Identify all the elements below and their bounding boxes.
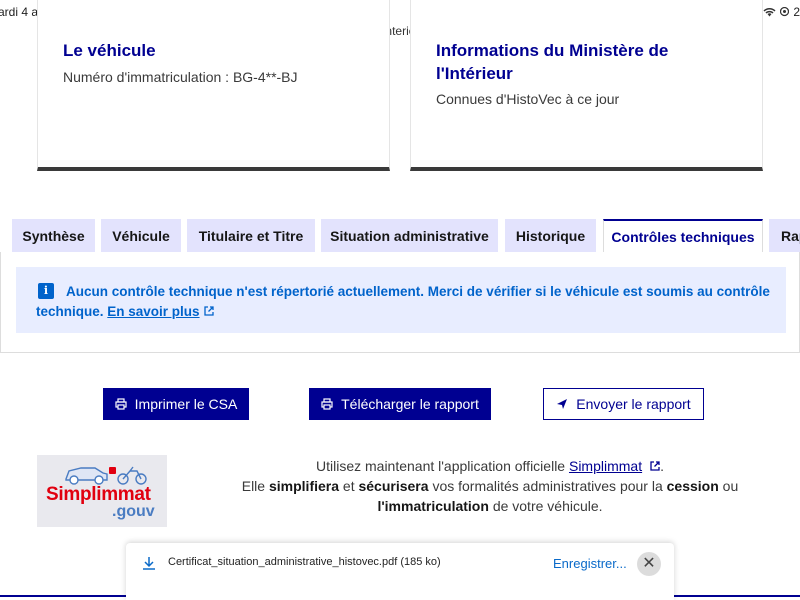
plate-number: Numéro d'immatriculation : BG-4**-BJ bbox=[63, 69, 298, 85]
tab-titulaire[interactable]: Titulaire et Titre bbox=[187, 219, 315, 253]
simplimmat-logo[interactable]: Simplimmat .gouv bbox=[37, 455, 167, 527]
vehicle-card: Le véhicule Numéro d'immatriculation : B… bbox=[37, 0, 390, 171]
promo-text: ou bbox=[722, 478, 739, 494]
location-icon bbox=[780, 7, 790, 17]
simplimmat-promo: Utilisez maintenant l'application offici… bbox=[241, 458, 739, 514]
download-filename: Certificat_situation_administrative_hist… bbox=[168, 556, 441, 568]
wifi-icon bbox=[763, 8, 776, 17]
ministry-card: Informations du Ministère de l'Intérieur… bbox=[410, 0, 763, 171]
tab-controles-techniques[interactable]: Contrôles techniques bbox=[603, 219, 763, 253]
promo-text: et bbox=[342, 478, 355, 494]
tab-situation-administrative[interactable]: Situation administrative bbox=[321, 219, 498, 253]
tab-historique[interactable]: Historique bbox=[505, 219, 596, 253]
printer-icon bbox=[321, 398, 333, 410]
promo-text: Elle bbox=[241, 478, 266, 494]
save-download-button[interactable]: Enregistrer... bbox=[553, 556, 627, 571]
promo-bold: cession bbox=[666, 478, 719, 494]
promo-text: vos formalités administratives pour la bbox=[432, 478, 663, 494]
download-report-button[interactable]: Télécharger le rapport bbox=[309, 388, 491, 420]
tab-rapport[interactable]: Rap bbox=[769, 219, 800, 253]
promo-text: Utilisez maintenant l'application offici… bbox=[315, 458, 566, 474]
tab-synthese[interactable]: Synthèse bbox=[12, 219, 95, 253]
alert-message: Aucun contrôle technique n'est répertori… bbox=[36, 282, 776, 322]
download-icon bbox=[143, 557, 155, 570]
promo-bold: l'immatriculation bbox=[377, 498, 489, 514]
send-report-button[interactable]: Envoyer le rapport bbox=[543, 388, 704, 420]
promo-text: de votre véhicule. bbox=[492, 498, 603, 514]
logo-word: Simplimmat bbox=[46, 484, 151, 505]
print-csa-label: Imprimer le CSA bbox=[134, 396, 238, 412]
external-link-icon bbox=[203, 306, 214, 316]
promo-bold: sécurisera bbox=[358, 478, 429, 494]
report-tabs: Synthèse Véhicule Titulaire et Titre Sit… bbox=[0, 219, 800, 253]
ministry-card-title: Informations du Ministère de l'Intérieur bbox=[436, 41, 669, 83]
learn-more-link[interactable]: En savoir plus bbox=[107, 304, 214, 319]
tab-vehicule[interactable]: Véhicule bbox=[101, 219, 181, 253]
printer-icon bbox=[115, 398, 127, 410]
simplimmat-link-label: Simplimmat bbox=[568, 458, 643, 474]
download-report-label: Télécharger le rapport bbox=[341, 396, 479, 412]
close-download-button[interactable]: ✕ bbox=[637, 552, 661, 576]
download-bar: Certificat_situation_administrative_hist… bbox=[126, 543, 674, 600]
ministry-card-subtitle: Connues d'HistoVec à ce jour bbox=[436, 91, 620, 107]
send-report-label: Envoyer le rapport bbox=[576, 396, 691, 412]
promo-bold: simplifiera bbox=[268, 478, 340, 494]
logo-suffix: .gouv bbox=[112, 503, 155, 520]
vehicle-card-title: Le véhicule bbox=[63, 41, 156, 60]
battery-label: 2 bbox=[793, 5, 800, 19]
info-alert: i Aucun contrôle technique n'est réperto… bbox=[16, 267, 786, 333]
print-csa-button[interactable]: Imprimer le CSA bbox=[103, 388, 249, 420]
tab-panel: i Aucun contrôle technique n'est réperto… bbox=[0, 252, 800, 353]
learn-more-label: En savoir plus bbox=[107, 304, 200, 319]
simplimmat-link[interactable]: Simplimmat bbox=[569, 458, 660, 474]
vehicles-illustration-icon bbox=[65, 466, 147, 485]
send-icon bbox=[557, 399, 568, 409]
external-link-icon bbox=[650, 461, 660, 471]
